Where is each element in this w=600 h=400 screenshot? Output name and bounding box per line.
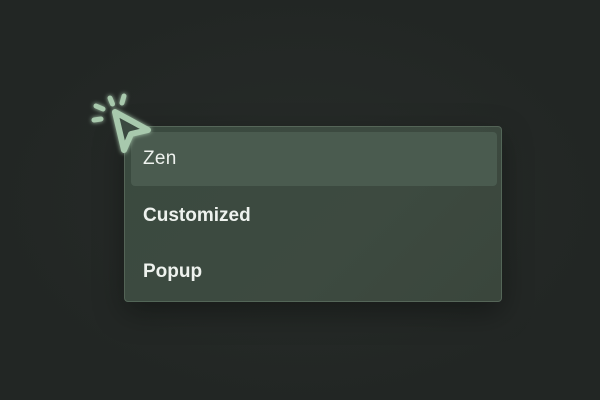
menu-item-customized[interactable]: Customized [131,189,497,243]
menu-item-label: Popup [143,261,203,282]
pointer-click-icon [86,86,166,166]
menu-item-label: Customized [143,205,251,226]
menu-item-zen[interactable]: Zen [131,132,497,186]
menu-item-popup[interactable]: Popup [131,245,497,299]
dropdown-menu: Zen Customized Popup [124,126,502,302]
